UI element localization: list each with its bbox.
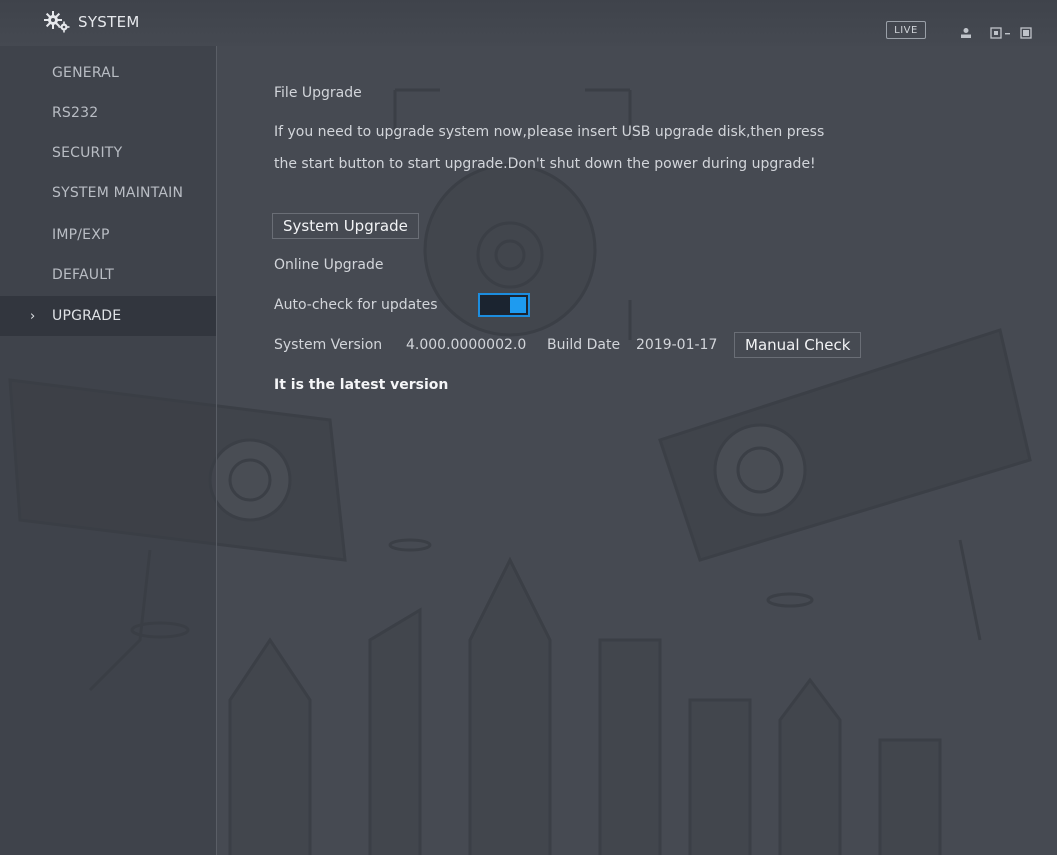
auto-check-toggle[interactable] bbox=[478, 293, 530, 317]
chevron-right-icon: › bbox=[30, 308, 36, 324]
sidebar-item-label: DEFAULT bbox=[52, 267, 115, 283]
live-button[interactable]: LIVE bbox=[886, 21, 926, 39]
instructions-line-2: the start button to start upgrade.Don't … bbox=[274, 156, 816, 172]
sidebar-item-security[interactable]: SECURITY bbox=[0, 133, 216, 173]
build-date-label: Build Date bbox=[547, 337, 621, 353]
sidebar-item-label: UPGRADE bbox=[52, 308, 122, 324]
sidebar-item-upgrade[interactable]: › UPGRADE bbox=[0, 296, 216, 336]
display-icon[interactable] bbox=[990, 24, 1002, 39]
page-title: SYSTEM bbox=[78, 13, 140, 31]
page-header: SYSTEM bbox=[44, 11, 140, 33]
sidebar: GENERAL RS232 SECURITY SYSTEM MAINTAIN I… bbox=[0, 46, 217, 855]
sidebar-item-label: GENERAL bbox=[52, 65, 119, 81]
status-message: It is the latest version bbox=[274, 377, 449, 393]
main-content: File Upgrade If you need to upgrade syst… bbox=[216, 46, 1057, 855]
sidebar-item-imp-exp[interactable]: IMP/EXP bbox=[0, 215, 216, 255]
top-bar: SYSTEM LIVE bbox=[0, 0, 1057, 46]
gear-icon bbox=[44, 11, 70, 33]
system-version-label: System Version bbox=[274, 337, 383, 353]
online-upgrade-heading: Online Upgrade bbox=[274, 257, 384, 273]
system-upgrade-button[interactable]: System Upgrade bbox=[272, 213, 419, 239]
exit-icon[interactable] bbox=[1020, 24, 1032, 39]
dash-icon bbox=[1005, 24, 1011, 36]
sidebar-item-label: SECURITY bbox=[52, 145, 123, 161]
sidebar-item-label: SYSTEM MAINTAIN bbox=[52, 185, 184, 201]
user-icon[interactable] bbox=[960, 24, 972, 38]
manual-check-button[interactable]: Manual Check bbox=[734, 332, 862, 358]
toggle-knob bbox=[510, 297, 526, 313]
sidebar-item-general[interactable]: GENERAL bbox=[0, 53, 216, 93]
file-upgrade-heading: File Upgrade bbox=[274, 85, 362, 101]
sidebar-item-system-maintain[interactable]: SYSTEM MAINTAIN bbox=[0, 173, 216, 213]
sidebar-item-rs232[interactable]: RS232 bbox=[0, 93, 216, 133]
sidebar-item-default[interactable]: DEFAULT bbox=[0, 255, 216, 295]
auto-check-label: Auto-check for updates bbox=[274, 297, 438, 313]
build-date-value: 2019-01-17 bbox=[636, 337, 718, 353]
system-version-value: 4.000.0000002.0 bbox=[406, 337, 527, 353]
sidebar-item-label: IMP/EXP bbox=[52, 227, 110, 243]
sidebar-item-label: RS232 bbox=[52, 105, 99, 121]
instructions-line-1: If you need to upgrade system now,please… bbox=[274, 124, 825, 140]
